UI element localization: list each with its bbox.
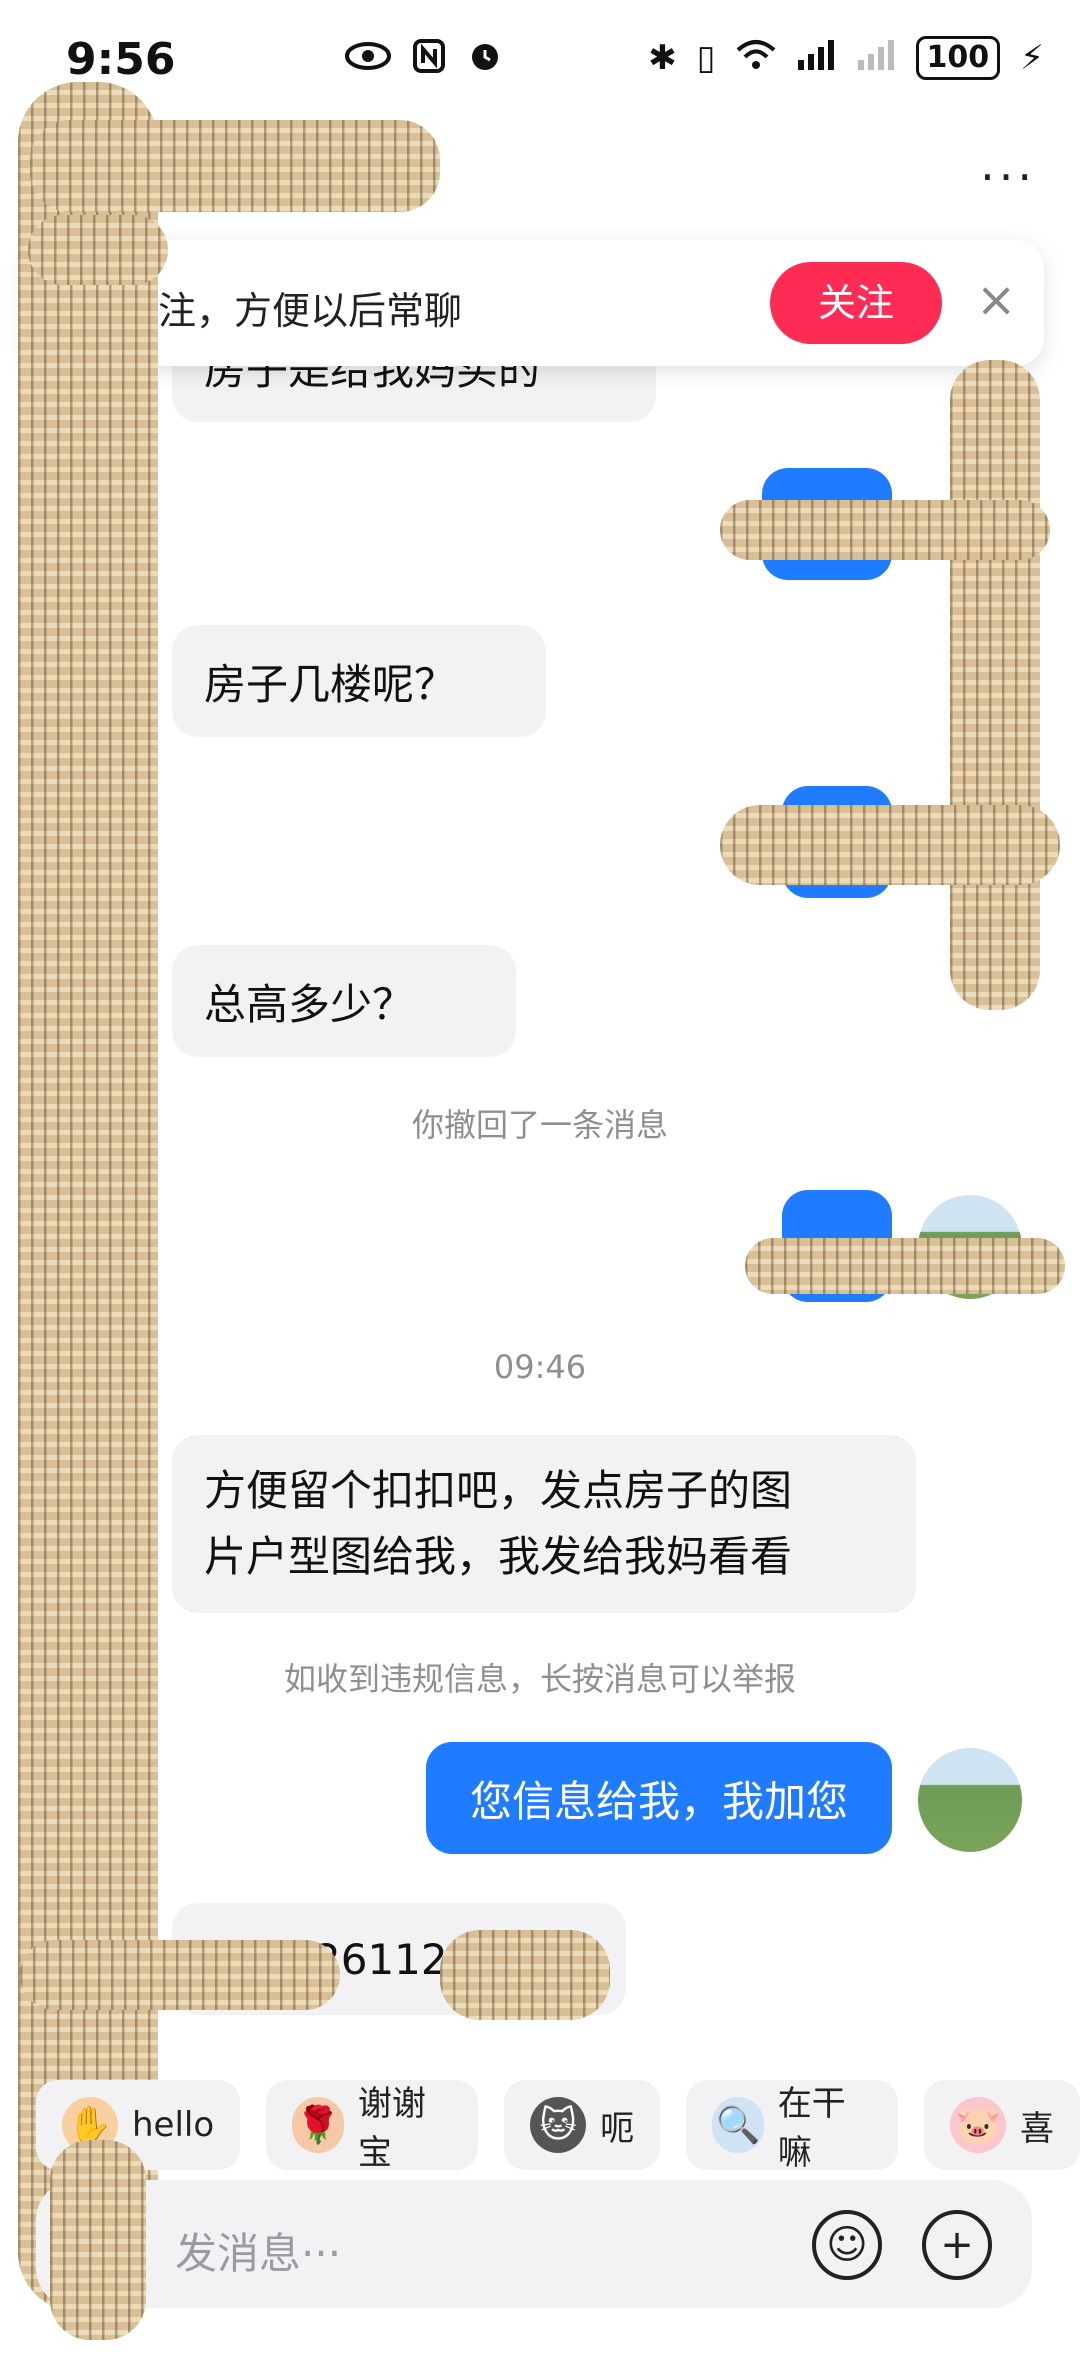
status-time: 9:56: [66, 34, 176, 85]
timestamp: 09:46: [493, 1348, 587, 1386]
follow-button[interactable]: 关注: [770, 262, 942, 344]
censor-mark: [28, 215, 168, 285]
message-text-line-2: 片户型图给我，我发给我妈看看: [204, 1532, 793, 1581]
alarm-icon: [467, 38, 503, 78]
censor-mark: [20, 1940, 340, 2010]
message-bubble[interactable]: 房子几楼呢？: [172, 625, 546, 737]
quick-reply-thanks[interactable]: 🌹 谢谢宝: [266, 2080, 479, 2173]
message-bubble[interactable]: 方便留个扣扣吧，发点房子的图 片户型图给我，我发给我妈看看: [172, 1435, 916, 1613]
eye-icon: [345, 41, 391, 75]
pig-emoji-icon: 🐷: [949, 2097, 1006, 2153]
quick-reply-label: 在干嘛: [777, 2084, 846, 2173]
message-text-line-1: 方便留个扣扣吧，发点房子的图: [204, 1466, 793, 1515]
message-text: 房子几楼呢？: [204, 659, 457, 709]
wifi-icon: [736, 38, 776, 79]
censor-mark: [720, 500, 1050, 560]
quick-reply-like[interactable]: 🐷 喜: [923, 2080, 1080, 2170]
quick-reply-label: 呃: [600, 2108, 635, 2149]
cat-emoji-icon: 🐱: [530, 2097, 587, 2153]
censor-mark: [50, 2140, 146, 2340]
more-button[interactable]: ···: [980, 150, 1036, 204]
status-left-icons: [345, 38, 503, 78]
status-right-icons: ✱ ▯ 100 ⚡: [648, 36, 1044, 80]
quick-reply-doing[interactable]: 🔍 在干嘛: [686, 2080, 898, 2173]
censor-mark: [950, 360, 1040, 1010]
vibrate-icon: ▯: [696, 38, 716, 78]
bluetooth-icon: ✱: [648, 38, 677, 78]
censor-mark: [745, 1238, 1065, 1294]
quick-reply-label: 喜: [1019, 2108, 1054, 2149]
censor-mark: [440, 1930, 610, 2020]
battery-indicator: 100: [915, 36, 1001, 80]
signal-icon-2: [856, 38, 896, 79]
report-hint: 如收到违规信息，长按消息可以举报: [283, 1660, 796, 1698]
quick-reply-er[interactable]: 🐱 呃: [504, 2080, 661, 2170]
sent-message-bubble[interactable]: 您信息给我，我加您: [426, 1742, 892, 1854]
quick-reply-bar: ✋ hello 🌹 谢谢宝 🐱 呃 🔍 在干嘛 🐷 喜: [36, 2080, 1080, 2173]
quick-reply-label: 谢谢宝: [357, 2084, 426, 2173]
search-emoji-icon: 🔍: [712, 2097, 764, 2153]
message-text: 您信息给我，我加您: [469, 1776, 848, 1826]
recalled-notice: 你撤回了一条消息: [411, 1106, 668, 1144]
avatar[interactable]: [918, 1748, 1022, 1852]
follow-banner-text: 关注，方便以后常聊: [120, 289, 463, 333]
charging-icon: ⚡: [1020, 38, 1044, 78]
flower-emoji-icon: 🌹: [292, 2097, 344, 2153]
signal-icon: [796, 38, 836, 79]
quick-reply-label: hello: [132, 2105, 215, 2145]
plus-icon[interactable]: +: [922, 2210, 992, 2280]
message-text: 总高多少？: [204, 979, 415, 1029]
emoji-icon[interactable]: ☺: [812, 2210, 882, 2280]
message-bubble[interactable]: 总高多少？: [172, 945, 516, 1057]
close-icon[interactable]: ×: [976, 272, 1016, 328]
censor-mark: [30, 120, 440, 212]
censor-mark: [720, 805, 1060, 885]
nfc-icon: [413, 39, 445, 77]
message-input[interactable]: 发消息···: [175, 2220, 341, 2281]
